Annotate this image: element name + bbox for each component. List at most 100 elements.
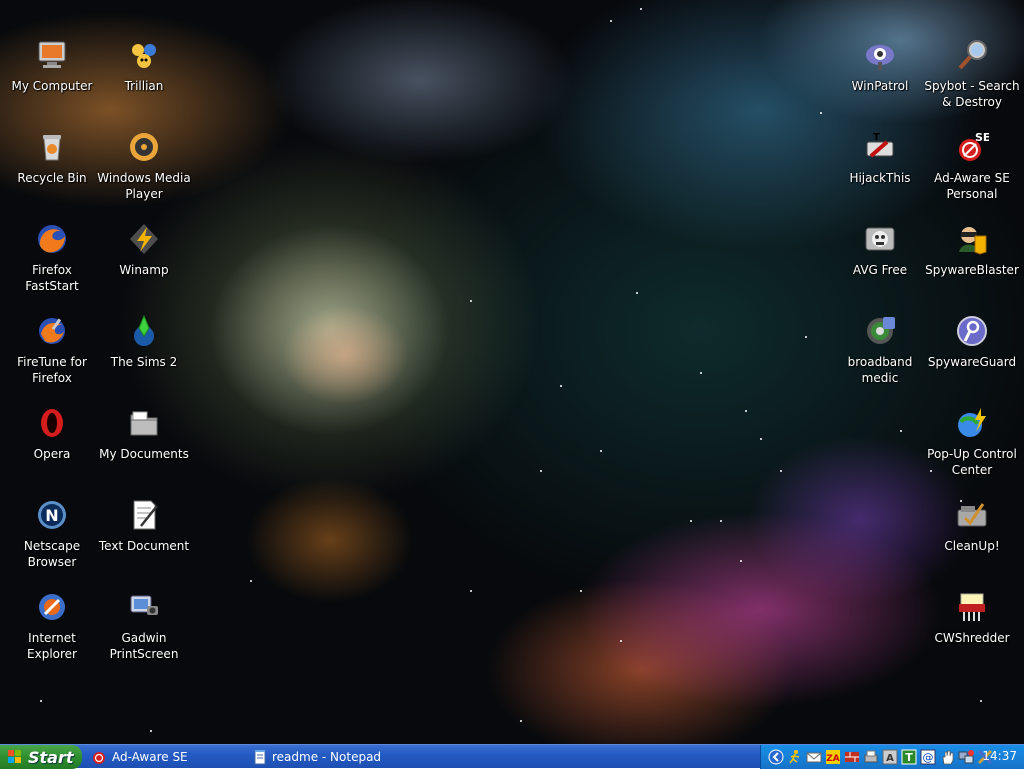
desktop-icon-spywareblaster[interactable]: SpywareBlaster [924,222,1020,278]
star [600,450,602,452]
text-document-icon [127,498,161,532]
start-button[interactable]: Start [0,745,82,769]
printscreen-icon [127,590,161,624]
network-icon[interactable] [958,749,974,765]
star [620,640,622,642]
desktop-icon-hijackthis[interactable]: T HijackThis [832,130,928,186]
star [40,700,42,702]
desktop-icon-label: My Documents [99,447,189,461]
internet-explorer-icon [35,590,69,624]
desktop-icon-my-computer[interactable]: My Computer [4,38,100,94]
taskbar: Start Ad-Aware SE readme - Notepad ZA A T @ … [0,744,1024,769]
sims-icon [127,314,161,348]
svg-text:T: T [873,132,880,143]
svg-text:ZA: ZA [826,754,840,764]
running-man-icon[interactable] [787,749,803,765]
clock[interactable]: 14:37 [982,749,1017,763]
collapse-arrow-icon[interactable] [768,749,784,765]
desktop-icon-label: FireTune for Firefox [17,355,87,385]
desktop-icon-label: Windows Media Player [97,171,191,201]
star [745,410,747,412]
start-label: Start [28,747,74,767]
desktop-icon-label: CWShredder [934,631,1010,645]
star [720,520,722,522]
desktop-icon-label: Gadwin PrintScreen [109,631,179,661]
firefox-icon [35,222,69,256]
desktop-icon-label: Internet Explorer [27,631,77,661]
shredder-icon [955,590,989,624]
star [470,590,472,592]
svg-text:A: A [886,753,894,764]
desktop-icon-label: AVG Free [852,263,908,277]
star [610,20,612,22]
spywareguard-icon [955,314,989,348]
desktop-icon-label: Firefox FastStart [25,263,79,293]
zonealarm-icon[interactable]: ZA [825,749,841,765]
star [560,385,562,387]
desktop-icon-recycle-bin[interactable]: Recycle Bin [4,130,100,186]
desktop-icon-winpatrol[interactable]: WinPatrol [832,38,928,94]
desktop-icon-avg-free[interactable]: AVG Free [832,222,928,278]
firewall-icon[interactable] [844,749,860,765]
desktop-icon-firefox-faststart[interactable]: Firefox FastStart [4,222,100,294]
desktop-icon-broadband-medic[interactable]: broadband medic [832,314,928,386]
desktop-icon-trillian[interactable]: Trillian [96,38,192,94]
desktop-icon-the-sims-2[interactable]: The Sims 2 [96,314,192,370]
star [520,720,522,722]
star [580,590,582,592]
desktop-icon-firetune-for-firefox[interactable]: FireTune for Firefox [4,314,100,386]
text-a-icon[interactable]: A [882,749,898,765]
star [740,560,742,562]
desktop-icon-windows-media-player[interactable]: Windows Media Player [96,130,192,202]
desktop-icon-label: Opera [33,447,71,461]
desktop-icon-spywareguard[interactable]: SpywareGuard [924,314,1020,370]
desktop-icon-netscape-browser[interactable]: N Netscape Browser [4,498,100,570]
desktop-icon-label: Ad-Aware SE Personal [934,171,1010,201]
star [900,430,902,432]
hijackthis-icon: T [863,130,897,164]
svg-text:SE: SE [975,131,989,144]
star [820,112,822,114]
star [636,292,638,294]
desktop-icon-label: Netscape Browser [23,539,81,569]
desktop-icon-label: HijackThis [849,171,911,185]
svg-text:@: @ [923,751,934,764]
taskbar-task-readme-notepad[interactable]: readme - Notepad [252,747,381,767]
desktop-icon-label: My Computer [11,79,93,93]
desktop-icon-label: Trillian [124,79,164,93]
desktop-icon-pop-up-control-center[interactable]: Pop-Up Control Center [924,406,1020,478]
desktop-background[interactable]: My Computer Trillian Recycle Bin Windows Me… [0,0,1024,744]
t-icon[interactable]: T [901,749,917,765]
desktop-icon-winamp[interactable]: Winamp [96,222,192,278]
winamp-icon [127,222,161,256]
spywareblaster-icon [955,222,989,256]
adaware-icon: SE [955,130,989,164]
desktop-icon-my-documents[interactable]: My Documents [96,406,192,462]
taskbar-task-label: Ad-Aware SE [112,750,188,764]
email-at-icon[interactable]: @ [920,749,936,765]
hand-icon[interactable] [939,749,955,765]
desktop-icon-ad-aware-se-personal[interactable]: SE Ad-Aware SE Personal [924,130,1020,202]
star [640,8,642,10]
desktop-icon-label: The Sims 2 [110,355,178,369]
desktop-icon-label: Text Document [98,539,190,553]
desktop-icon-opera[interactable]: Opera [4,406,100,462]
desktop-icon-internet-explorer[interactable]: Internet Explorer [4,590,100,662]
taskbar-task-ad-aware-se[interactable]: Ad-Aware SE [92,747,188,767]
firetune-icon [35,314,69,348]
desktop-icon-cleanup[interactable]: CleanUp! [924,498,1020,554]
netscape-icon: N [35,498,69,532]
star [540,470,542,472]
desktop-icon-cwshredder[interactable]: CWShredder [924,590,1020,646]
star [470,300,472,302]
media-player-icon [127,130,161,164]
mail-icon[interactable] [806,749,822,765]
star [690,520,692,522]
desktop-icon-gadwin-printscreen[interactable]: Gadwin PrintScreen [96,590,192,662]
printer-icon[interactable] [863,749,879,765]
star [760,438,762,440]
avg-icon [863,222,897,256]
desktop-icon-text-document[interactable]: Text Document [96,498,192,554]
desktop-icon-spybot-search-destroy[interactable]: Spybot - Search & Destroy [924,38,1020,110]
svg-text:T: T [905,751,913,764]
